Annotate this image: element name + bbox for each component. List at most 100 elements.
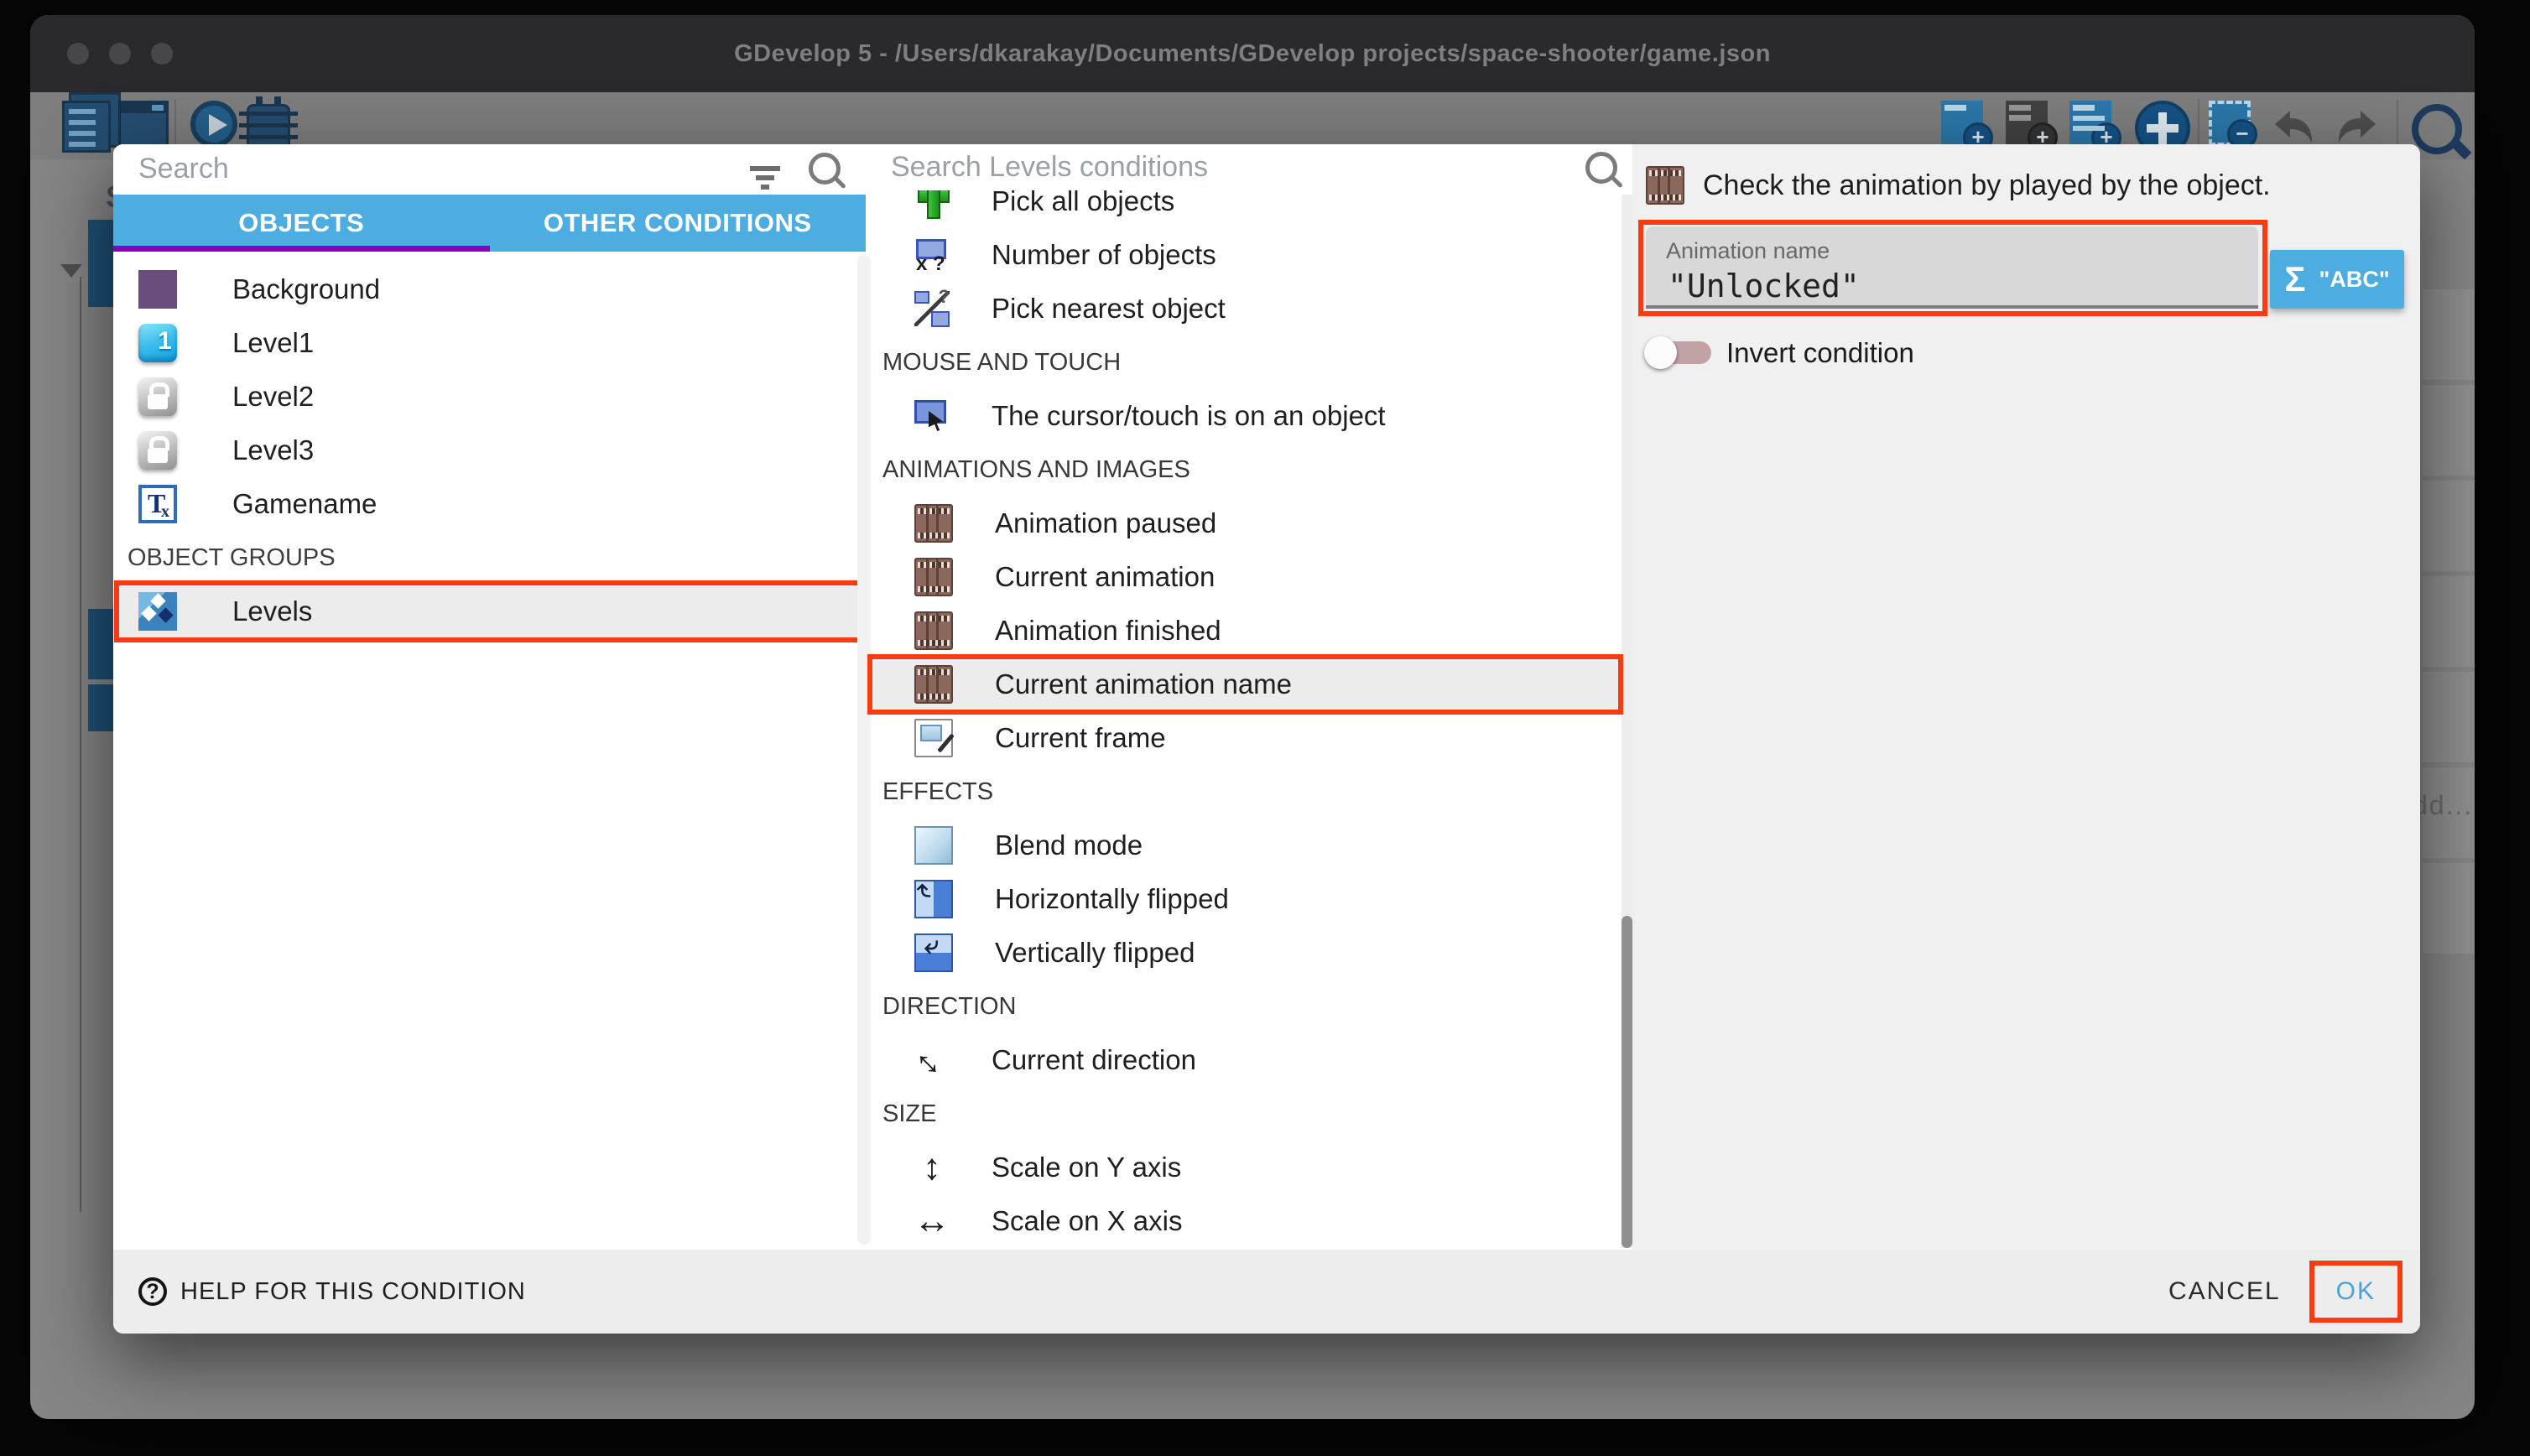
condition-icon [914, 880, 953, 918]
condition-label: Animation paused [995, 507, 1216, 539]
object-row[interactable]: Level3 [113, 424, 866, 477]
search-icon [1585, 152, 1617, 184]
condition-section-header: EFFECTS [882, 778, 993, 806]
object-label: Level2 [232, 381, 314, 413]
condition-icon [914, 719, 953, 757]
condition-label: Current animation [995, 561, 1215, 593]
expression-builder-button[interactable]: Σ "ABC" [2270, 250, 2404, 309]
filter-icon[interactable] [750, 166, 780, 171]
condition-row[interactable]: Current animation Current animation [871, 550, 1620, 604]
window-title: GDevelop 5 - /Users/dkarakay/Documents/G… [30, 40, 2475, 68]
add-action-label: dd... [2413, 790, 2473, 821]
object-icon [138, 270, 177, 309]
event-cell [2423, 289, 2475, 380]
object-row[interactable]: Background [113, 263, 866, 316]
condition-row[interactable]: Scale on X axis Scale on X axis [871, 1194, 1620, 1248]
object-icon [138, 485, 177, 523]
objects-scrollbar-track[interactable] [857, 255, 871, 1245]
condition-row[interactable]: Pick nearest object Pick nearest object [871, 282, 1620, 335]
conditions-search-input[interactable] [871, 151, 1585, 184]
condition-icon [914, 933, 953, 972]
undo-icon [2268, 106, 2317, 148]
toolbar-divider [2198, 99, 2199, 151]
object-label: Level1 [232, 327, 314, 359]
toolbar-divider [174, 99, 176, 151]
condition-icon [914, 398, 950, 434]
invert-condition-toggle[interactable] [1644, 336, 1711, 370]
condition-section-header: ANIMATIONS AND IMAGES [882, 456, 1190, 484]
object-row[interactable]: Gamename [113, 477, 866, 531]
object-groups-list: Levels [113, 585, 866, 638]
condition-row[interactable]: Blend mode Blend mode [871, 819, 1620, 872]
event-cell [2423, 481, 2475, 571]
object-row[interactable]: Level1 [113, 316, 866, 370]
titlebar: GDevelop 5 - /Users/dkarakay/Documents/G… [30, 15, 2475, 92]
tab-other-conditions[interactable]: OTHER CONDITIONS [490, 195, 867, 252]
conditions-search-row [871, 144, 1632, 190]
condition-row[interactable]: Horizontally flipped Horizontally flippe… [871, 872, 1620, 926]
panel-tabs: OBJECTS OTHER CONDITIONS [113, 195, 866, 252]
condition-section-header: MOUSE AND TOUCH [882, 349, 1121, 377]
condition-section-header: SIZE [882, 1100, 936, 1128]
condition-row[interactable]: Current direction Current direction [871, 1033, 1620, 1087]
object-label: Level3 [232, 434, 314, 466]
object-label: Background [232, 273, 380, 305]
play-icon [190, 101, 237, 148]
object-icon [138, 324, 177, 362]
condition-icon [914, 237, 950, 273]
zoom-button[interactable] [151, 43, 173, 65]
event-cell [2423, 576, 2475, 667]
condition-label: Current animation name [995, 668, 1292, 700]
conditions-list: Pick all objects Pick all objects Number… [871, 174, 1632, 1248]
condition-row[interactable]: Scale on Y axis Scale on Y axis [871, 1141, 1620, 1194]
object-row[interactable]: Level2 [113, 370, 866, 424]
add-object-icon: + [1941, 101, 1983, 146]
event-cell [2423, 672, 2475, 762]
condition-row: EFFECTS EFFECTS [871, 765, 1620, 819]
annotation-box-ok: OK [2309, 1261, 2402, 1323]
close-button[interactable] [67, 43, 89, 65]
condition-icon [914, 826, 953, 865]
event-block [88, 220, 113, 307]
condition-row[interactable]: Current frame Current frame [871, 711, 1620, 765]
condition-label: Vertically flipped [995, 937, 1195, 969]
dialog-footer: ? HELP FOR THIS CONDITION CANCEL OK [113, 1250, 2420, 1334]
event-tree-line [80, 277, 81, 1212]
condition-row[interactable]: The cursor/touch is on an object The cur… [871, 389, 1620, 443]
add-event-icon: + [2069, 101, 2111, 146]
condition-row[interactable]: Animation finished Animation finished [871, 604, 1620, 658]
film-icon [1646, 166, 1684, 205]
condition-icon [914, 1043, 950, 1078]
screenshot-root: GDevelop 5 - /Users/dkarakay/Documents/G… [0, 0, 2530, 1456]
minimize-button[interactable] [109, 43, 131, 65]
conditions-scrollbar-thumb[interactable] [1622, 916, 1632, 1248]
remove-selection-icon: − [2209, 101, 2251, 146]
help-icon: ? [138, 1277, 167, 1306]
redo-icon [2334, 106, 2382, 148]
cancel-button[interactable]: CANCEL [2148, 1262, 2301, 1321]
object-group-row[interactable]: Levels [118, 585, 861, 638]
condition-label: Current direction [992, 1044, 1196, 1076]
help-link[interactable]: ? HELP FOR THIS CONDITION [138, 1277, 526, 1306]
objects-search-input[interactable] [113, 153, 750, 185]
object-label: Gamename [232, 488, 377, 520]
event-cell [2423, 863, 2475, 954]
condition-icon [914, 504, 953, 543]
condition-row[interactable]: Animation paused Animation paused [871, 497, 1620, 550]
invert-condition-label: Invert condition [1726, 337, 1914, 369]
condition-label: Scale on X axis [992, 1205, 1182, 1237]
condition-row[interactable]: Current animation name Current animation… [871, 658, 1620, 711]
abc-label: "ABC" [2319, 267, 2390, 293]
condition-icon [914, 1150, 950, 1185]
condition-label: Scale on Y axis [992, 1152, 1181, 1183]
help-label: HELP FOR THIS CONDITION [180, 1278, 526, 1306]
ok-button[interactable]: OK [2314, 1266, 2397, 1318]
object-icon [138, 431, 177, 470]
event-cell [2423, 385, 2475, 476]
tab-objects[interactable]: OBJECTS [113, 195, 490, 252]
object-groups-header: OBJECT GROUPS [113, 531, 880, 585]
condition-row: MOUSE AND TOUCH MOUSE AND TOUCH [871, 335, 1620, 389]
condition-row[interactable]: Vertically flipped Vertically flipped [871, 926, 1620, 980]
condition-row[interactable]: Number of objects Number of objects [871, 228, 1620, 282]
add-group-icon: + [2006, 101, 2048, 146]
